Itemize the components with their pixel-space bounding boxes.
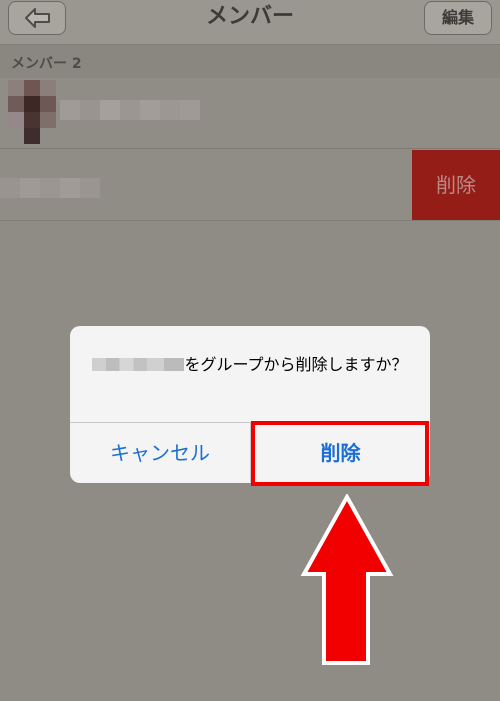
highlight-box — [251, 421, 429, 486]
redacted-member-name — [92, 358, 185, 371]
swipe-delete-button[interactable]: 削除 — [412, 150, 500, 220]
section-label: メンバー 2 — [11, 56, 82, 72]
member-row[interactable]: 削除 — [0, 150, 500, 221]
section-header: メンバー 2 — [0, 45, 500, 78]
member-row[interactable] — [0, 78, 500, 149]
edit-button[interactable]: 編集 — [424, 1, 492, 35]
cancel-button[interactable]: キャンセル — [70, 423, 250, 483]
up-arrow-icon — [300, 494, 394, 665]
nav-bar: メンバー 編集 — [0, 0, 500, 45]
dialog-message-text: をグループから削除しますか？ — [184, 355, 408, 374]
dialog-message: をグループから削除しますか？ — [90, 354, 410, 375]
